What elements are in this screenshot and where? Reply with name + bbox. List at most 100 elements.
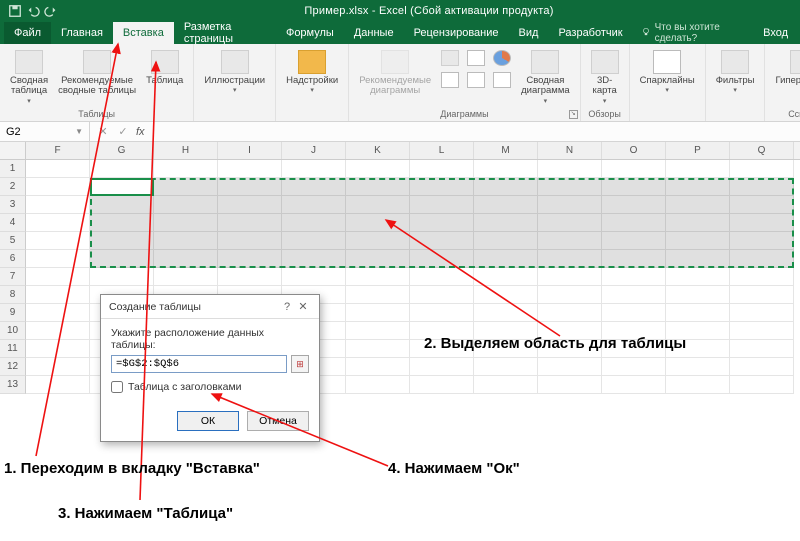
cell[interactable]: [90, 232, 154, 250]
cell[interactable]: [282, 196, 346, 214]
cell[interactable]: [474, 196, 538, 214]
cell[interactable]: [154, 268, 218, 286]
cell[interactable]: [154, 232, 218, 250]
enter-formula-icon[interactable]: ✓: [116, 125, 130, 138]
dialog-help-icon[interactable]: ?: [279, 301, 295, 313]
cell[interactable]: [538, 196, 602, 214]
area-chart-button[interactable]: [463, 70, 489, 92]
range-picker-icon[interactable]: ⊞: [291, 355, 309, 373]
col-header[interactable]: Q: [730, 142, 794, 159]
row-header[interactable]: 4: [0, 214, 26, 232]
name-box[interactable]: G2 ▼: [0, 122, 90, 141]
cell[interactable]: [26, 214, 90, 232]
cell[interactable]: [410, 214, 474, 232]
cell[interactable]: [474, 376, 538, 394]
row-header[interactable]: 2: [0, 178, 26, 196]
cell[interactable]: [730, 376, 794, 394]
cell[interactable]: [410, 160, 474, 178]
cell[interactable]: [730, 304, 794, 322]
cell[interactable]: [346, 214, 410, 232]
recommended-pivot-button[interactable]: Рекомендуемые сводные таблицы: [54, 48, 140, 99]
row-header[interactable]: 10: [0, 322, 26, 340]
range-input[interactable]: [111, 355, 287, 373]
cell[interactable]: [154, 250, 218, 268]
cancel-formula-icon[interactable]: ✕: [96, 125, 110, 138]
cell[interactable]: [90, 178, 154, 196]
cell[interactable]: [474, 214, 538, 232]
cell[interactable]: [26, 304, 90, 322]
col-header[interactable]: L: [410, 142, 474, 159]
col-header[interactable]: P: [666, 142, 730, 159]
cell[interactable]: [730, 160, 794, 178]
cell[interactable]: [26, 250, 90, 268]
cell[interactable]: [602, 268, 666, 286]
cell[interactable]: [26, 196, 90, 214]
cell[interactable]: [410, 376, 474, 394]
cell[interactable]: [602, 196, 666, 214]
cell[interactable]: [218, 160, 282, 178]
cell[interactable]: [666, 214, 730, 232]
cell[interactable]: [346, 196, 410, 214]
cell[interactable]: [474, 160, 538, 178]
row-header[interactable]: 8: [0, 286, 26, 304]
cell[interactable]: [282, 178, 346, 196]
cell[interactable]: [602, 214, 666, 232]
tell-me-search[interactable]: Что вы хотите сделать?: [633, 22, 752, 44]
tab-view[interactable]: Вид: [509, 22, 549, 44]
cell[interactable]: [90, 250, 154, 268]
pivot-chart-button[interactable]: Сводная диаграмма: [517, 48, 574, 108]
cell[interactable]: [26, 376, 90, 394]
tab-insert[interactable]: Вставка: [113, 22, 174, 44]
hyperlink-button[interactable]: Гиперссылка: [771, 48, 800, 88]
cell[interactable]: [154, 160, 218, 178]
cell[interactable]: [666, 286, 730, 304]
cell[interactable]: [26, 322, 90, 340]
cell[interactable]: [730, 232, 794, 250]
cell[interactable]: [538, 286, 602, 304]
cell[interactable]: [474, 232, 538, 250]
cell[interactable]: [474, 304, 538, 322]
col-header[interactable]: I: [218, 142, 282, 159]
cell[interactable]: [154, 214, 218, 232]
cell[interactable]: [730, 214, 794, 232]
tab-data[interactable]: Данные: [344, 22, 404, 44]
cell[interactable]: [26, 268, 90, 286]
cell[interactable]: [538, 214, 602, 232]
cell[interactable]: [474, 268, 538, 286]
row-header[interactable]: 11: [0, 340, 26, 358]
cell[interactable]: [602, 160, 666, 178]
cell[interactable]: [346, 358, 410, 376]
tab-page-layout[interactable]: Разметка страницы: [174, 22, 276, 44]
cell[interactable]: [346, 160, 410, 178]
cell[interactable]: [346, 304, 410, 322]
cell[interactable]: [538, 160, 602, 178]
cell[interactable]: [538, 268, 602, 286]
ok-button[interactable]: ОК: [177, 411, 239, 431]
cell[interactable]: [218, 232, 282, 250]
cell[interactable]: [730, 340, 794, 358]
cell[interactable]: [282, 268, 346, 286]
cell[interactable]: [666, 358, 730, 376]
cell[interactable]: [538, 178, 602, 196]
cell[interactable]: [730, 196, 794, 214]
cell[interactable]: [282, 214, 346, 232]
cell[interactable]: [410, 196, 474, 214]
recommended-charts-button[interactable]: Рекомендуемые диаграммы: [355, 48, 435, 99]
cell[interactable]: [218, 196, 282, 214]
col-header[interactable]: O: [602, 142, 666, 159]
cell[interactable]: [346, 178, 410, 196]
row-header[interactable]: 13: [0, 376, 26, 394]
cell[interactable]: [666, 178, 730, 196]
col-chart-button[interactable]: [437, 48, 463, 70]
undo-icon[interactable]: [26, 4, 40, 18]
cell[interactable]: [666, 250, 730, 268]
cell[interactable]: [602, 250, 666, 268]
cell[interactable]: [410, 304, 474, 322]
dialog-close-icon[interactable]: ✕: [295, 300, 311, 313]
cell[interactable]: [410, 232, 474, 250]
cell[interactable]: [666, 376, 730, 394]
cell[interactable]: [602, 178, 666, 196]
pivot-table-button[interactable]: Сводная таблица: [6, 48, 52, 108]
cell[interactable]: [602, 232, 666, 250]
row-header[interactable]: 3: [0, 196, 26, 214]
